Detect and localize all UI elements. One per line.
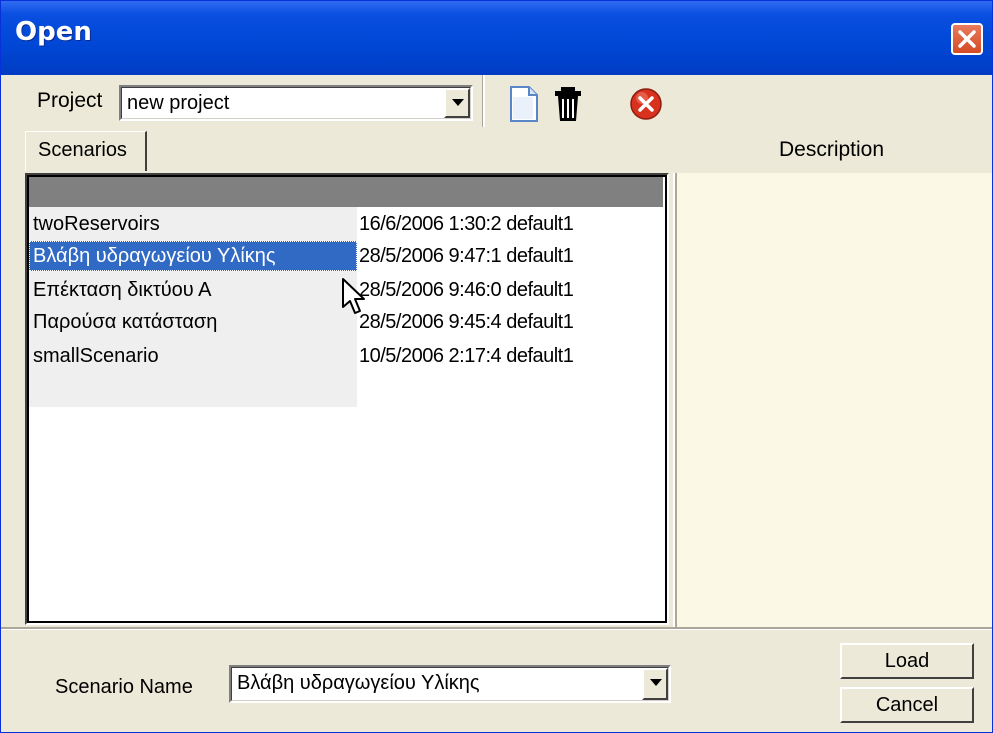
project-combo[interactable]: new project <box>119 85 473 121</box>
scenario-name-combo[interactable]: Βλάβη υδραγωγείου Υλίκης <box>229 665 671 703</box>
scenario-name-value: Βλάβη υδραγωγείου Υλίκης <box>237 672 480 694</box>
open-dialog: Open Project new project Scenarios Descr… <box>0 0 993 733</box>
scenario-meta: 28/5/2006 9:46:0 default1 <box>359 279 574 301</box>
scenario-meta: 10/5/2006 2:17:4 default1 <box>359 345 574 367</box>
scenario-row-selected[interactable]: Βλάβη υδραγωγείου Υλίκης 28/5/2006 9:47:… <box>29 241 663 273</box>
chevron-down-icon <box>650 679 662 686</box>
tabs-row: Scenarios Description <box>1 129 992 173</box>
project-label: Project <box>37 89 103 112</box>
description-header: Description <box>673 129 992 173</box>
project-combo-value: new project <box>127 92 230 114</box>
scenario-name: smallScenario <box>33 345 159 367</box>
new-project-button[interactable] <box>503 83 545 125</box>
red-x-icon <box>630 88 662 120</box>
scenario-list[interactable]: twoReservoirs 16/6/2006 1:30:2 default1 … <box>25 173 669 625</box>
scenario-name-label: Scenario Name <box>55 676 193 698</box>
close-icon <box>958 30 976 48</box>
scenario-meta: 16/6/2006 1:30:2 default1 <box>359 213 574 235</box>
load-button[interactable]: Load <box>840 643 974 679</box>
tab-scenarios-label: Scenarios <box>38 139 127 161</box>
cancel-button[interactable]: Cancel <box>840 687 974 723</box>
tab-scenarios[interactable]: Scenarios <box>25 131 147 171</box>
scenario-name-dropdown-button[interactable] <box>642 668 668 700</box>
scenario-name: Βλάβη υδραγωγείου Υλίκης <box>33 245 276 267</box>
title-bar[interactable]: Open <box>1 1 992 75</box>
list-header <box>29 177 663 207</box>
delete-project-button[interactable] <box>547 83 589 125</box>
new-document-icon <box>510 86 538 122</box>
bottom-separator <box>1 627 992 630</box>
chevron-down-icon <box>452 99 464 106</box>
scenario-name: Επέκταση δικτύου Α <box>33 279 212 301</box>
description-header-label: Description <box>779 138 885 161</box>
cancel-button-label: Cancel <box>875 694 939 716</box>
scenario-row[interactable]: smallScenario 10/5/2006 2:17:4 default1 <box>29 341 663 373</box>
close-button[interactable] <box>951 23 983 55</box>
scenario-meta: 28/5/2006 9:45:4 default1 <box>359 311 574 333</box>
scenario-name: Παρούσα κατάσταση <box>33 311 218 333</box>
trash-icon <box>555 87 581 121</box>
scenario-meta: 28/5/2006 9:47:1 default1 <box>359 245 574 267</box>
mouse-cursor-icon <box>342 278 365 314</box>
description-panel[interactable] <box>673 173 992 629</box>
project-dropdown-button[interactable] <box>444 88 470 118</box>
scenario-row[interactable]: twoReservoirs 16/6/2006 1:30:2 default1 <box>29 209 663 241</box>
load-button-label: Load <box>884 650 930 672</box>
scenario-name: twoReservoirs <box>33 213 160 235</box>
window-title: Open <box>15 17 92 47</box>
toolbar-separator <box>482 75 485 127</box>
remove-button[interactable] <box>625 83 667 125</box>
